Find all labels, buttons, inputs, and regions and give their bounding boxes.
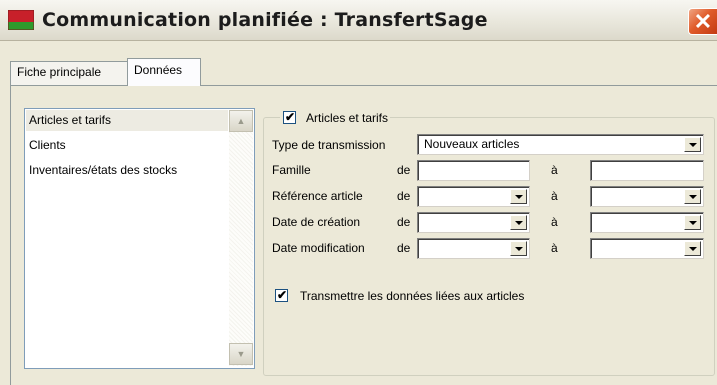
a-label: à [551,189,558,203]
close-button[interactable]: ✕ [688,8,717,35]
reference-from-combo[interactable] [417,186,530,207]
list-item-label: Articles et tarifs [29,113,112,127]
check-icon: ✔ [277,288,288,302]
chevron-down-icon[interactable] [684,215,701,230]
tab-fiche-principale[interactable]: Fiche principale [10,61,128,85]
a-label: à [551,215,558,229]
window-title: Communication planifiée : TransfertSage [42,9,488,31]
articles-group-legend[interactable]: ✔ Articles et tarifs [280,109,391,127]
scroll-down-button[interactable]: ▼ [229,343,253,365]
type-transmission-select[interactable]: Nouveaux articles [417,134,704,155]
chevron-down-icon[interactable] [510,215,527,230]
famille-from-input[interactable] [417,160,530,181]
type-transmission-value: Nouveaux articles [424,137,520,151]
date-creation-label: Date de création [272,215,361,229]
reference-label: Référence article [272,189,363,203]
list-item-clients[interactable]: Clients [28,135,228,155]
articles-legend-label: Articles et tarifs [306,111,389,125]
close-icon: ✕ [693,9,713,34]
reference-to-combo[interactable] [590,186,704,207]
transmit-linked-option[interactable]: ✔ Transmettre les données liées aux arti… [272,286,592,306]
list-item-inventaires[interactable]: Inventaires/états des stocks [28,160,228,180]
date-creation-to-combo[interactable] [590,212,704,233]
chevron-down-icon[interactable] [510,241,527,256]
famille-label: Famille [272,163,311,177]
de-label: de [397,163,411,177]
chevron-down-icon[interactable] [684,189,701,204]
list-item-articles-et-tarifs[interactable]: Articles et tarifs [28,110,228,130]
transmit-linked-label: Transmettre les données liées aux articl… [300,289,525,303]
check-icon: ✔ [285,110,296,124]
date-modification-from-combo[interactable] [417,238,530,259]
transmit-linked-checkbox[interactable]: ✔ [275,288,288,302]
de-label: de [397,241,411,255]
de-label: de [397,215,411,229]
chevron-down-icon: ▼ [236,349,246,359]
a-label: à [551,163,558,177]
articles-checkbox[interactable]: ✔ [283,110,296,124]
a-label: à [551,241,558,255]
app-flag-icon [8,10,34,30]
chevron-down-icon[interactable] [684,137,701,152]
famille-to-input[interactable] [590,160,704,181]
date-modification-to-combo[interactable] [590,238,704,259]
date-modification-label: Date modification [272,241,365,255]
list-item-label: Clients [29,138,66,152]
date-creation-from-combo[interactable] [417,212,530,233]
chevron-up-icon: ▲ [236,116,246,126]
tab-donnees[interactable]: Données [127,58,201,86]
list-item-label: Inventaires/états des stocks [29,163,178,177]
chevron-down-icon[interactable] [684,241,701,256]
list-scrollbar[interactable] [229,110,253,366]
de-label: de [397,189,411,203]
scroll-up-button[interactable]: ▲ [229,110,253,132]
chevron-down-icon[interactable] [510,189,527,204]
type-transmission-label: Type de transmission [272,138,386,152]
